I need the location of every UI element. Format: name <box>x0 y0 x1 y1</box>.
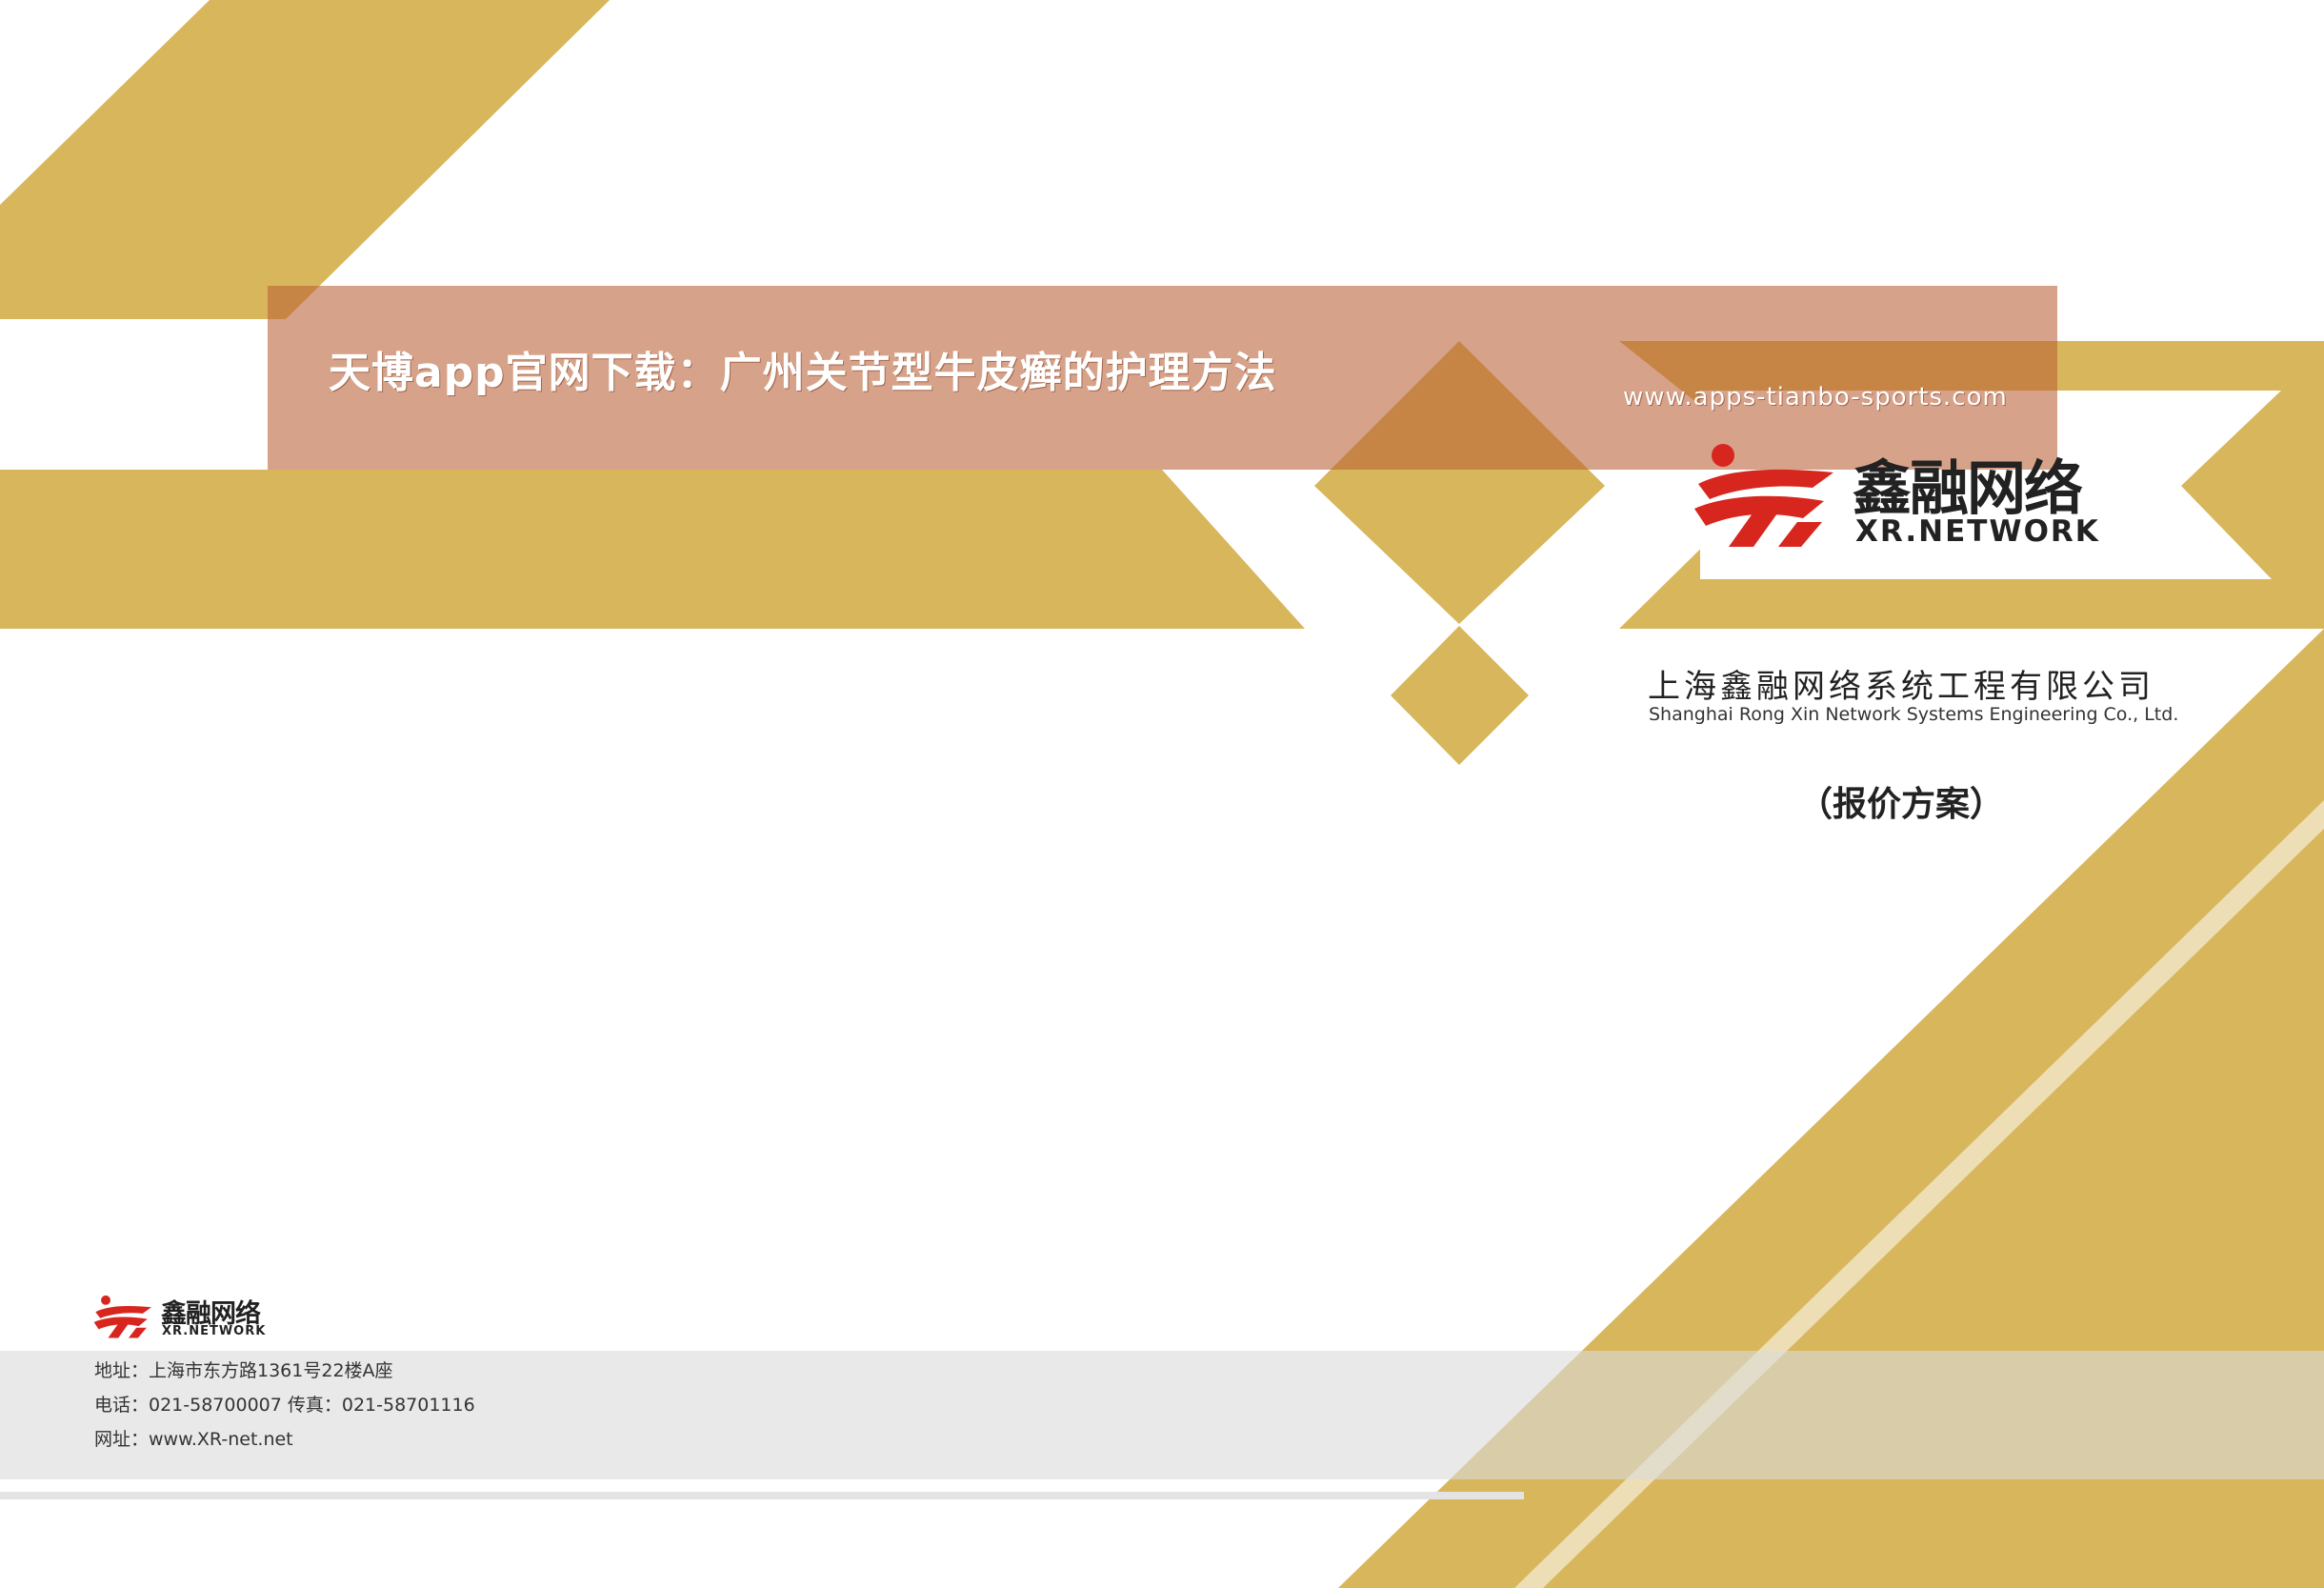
contact-info: 地址：上海市东方路1361号22楼A座 电话：021-58700007 传真：0… <box>94 1354 475 1457</box>
footer-rule <box>0 1492 1524 1499</box>
footer-logo: 鑫融网络 XR.NETWORK <box>92 1293 283 1342</box>
contact-phone: 电话：021-58700007 传真：021-58701116 <box>94 1395 475 1416</box>
footer-logo-english-name: XR.NETWORK <box>162 1324 267 1338</box>
document-subtitle: （报价方案） <box>1798 784 2005 824</box>
company-logo: 鑫融网络 XR.NETWORK <box>1691 440 2110 554</box>
gold-diamond-small <box>1391 626 1529 765</box>
banner-url: www.apps-tianbo-sports.com <box>1623 383 2008 412</box>
gold-band-top-left <box>0 0 610 319</box>
logo-english-name: XR.NETWORK <box>1855 514 2100 549</box>
xr-logo-icon <box>1694 444 1833 547</box>
contact-website[interactable]: 网址：www.XR-net.net <box>94 1422 475 1457</box>
company-name-en: Shanghai Rong Xin Network Systems Engine… <box>1649 704 2179 725</box>
logo-chinese-name: 鑫融网络 <box>1853 453 2083 523</box>
banner-title: 天博app官网下载：广州关节型牛皮癣的护理方法 <box>329 349 1277 397</box>
contact-address: 地址：上海市东方路1361号22楼A座 <box>94 1360 393 1381</box>
gold-block-left <box>0 470 1305 629</box>
xr-logo-small-icon <box>93 1295 151 1338</box>
company-name-cn: 上海鑫融网络系统工程有限公司 <box>1648 668 2154 706</box>
